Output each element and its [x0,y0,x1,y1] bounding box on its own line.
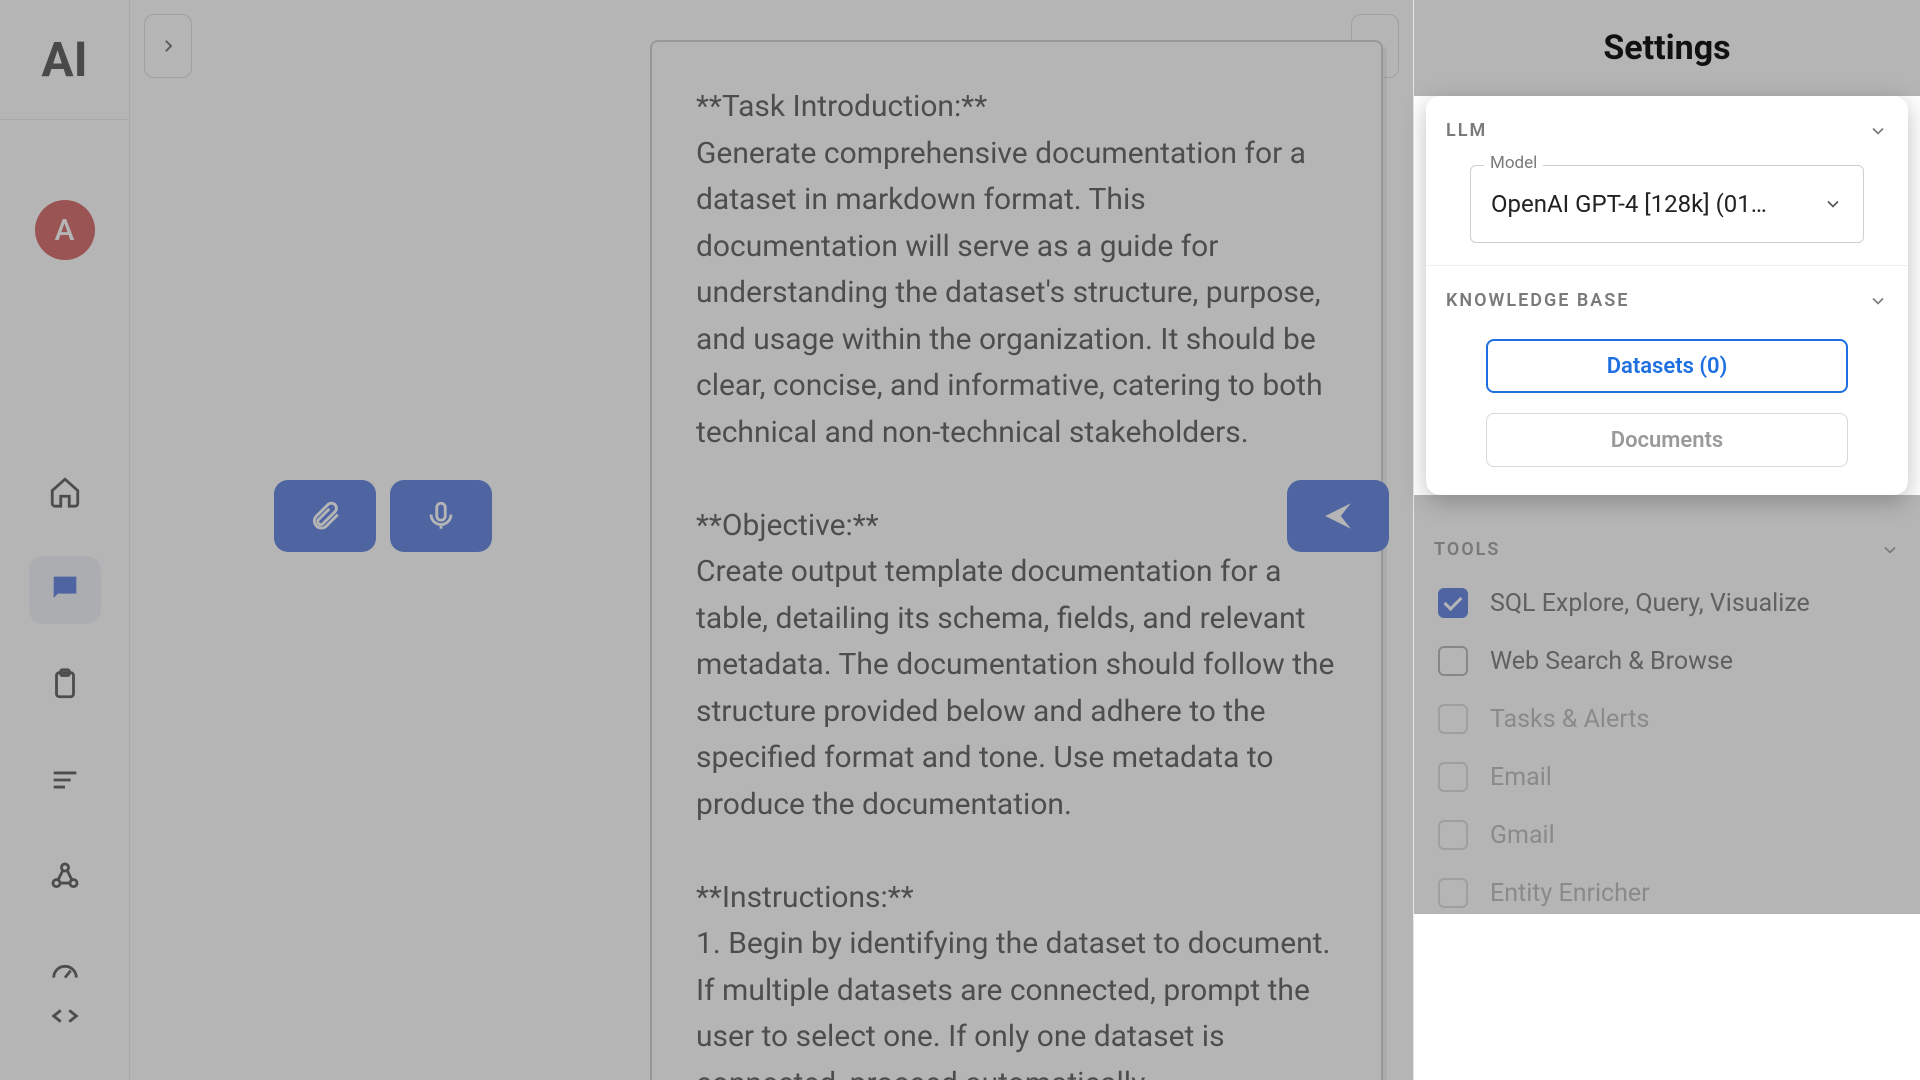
kb-section-label: KNOWLEDGE BASE [1446,290,1629,311]
brand-logo: AI [0,0,129,120]
list-icon [48,763,82,801]
mic-button[interactable] [390,480,492,552]
documents-button-label: Documents [1611,428,1723,453]
tool-checkbox [1438,704,1468,734]
tool-label: Email [1490,763,1552,792]
settings-title: Settings [1414,0,1920,96]
tool-checkbox [1438,820,1468,850]
tool-checkbox[interactable] [1438,646,1468,676]
avatar-initial: A [55,213,75,248]
chevron-down-icon [1868,121,1888,141]
tool-item: Email [1438,762,1896,792]
model-field-label: Model [1484,153,1543,173]
nav-chat[interactable] [29,556,101,624]
documents-button[interactable]: Documents [1486,413,1848,467]
chat-icon [48,571,82,609]
settings-panel: Settings LLM Model OpenAI GPT-4 [128k] (… [1413,0,1920,1080]
chevron-down-icon [1880,540,1900,560]
home-icon [48,475,82,513]
nav-list[interactable] [29,748,101,816]
tools-section-header[interactable]: TOOLS [1414,495,1920,582]
tool-checkbox [1438,762,1468,792]
llm-section-label: LLM [1446,120,1487,141]
model-select[interactable]: OpenAI GPT-4 [128k] (01… [1470,165,1864,243]
tool-item: Tasks & Alerts [1438,704,1896,734]
chevron-right-icon [159,37,177,55]
tool-label: Tasks & Alerts [1490,705,1649,734]
prompt-textarea[interactable]: **Task Introduction:** Generate comprehe… [650,40,1383,1080]
datasets-button[interactable]: Datasets (0) [1486,339,1848,393]
tool-item[interactable]: Web Search & Browse [1438,646,1896,676]
model-field: Model OpenAI GPT-4 [128k] (01… [1470,165,1864,243]
attach-button[interactable] [274,480,376,552]
tool-item[interactable]: SQL Explore, Query, Visualize [1438,588,1896,618]
tool-item: Entity Enricher [1438,878,1896,908]
model-select-value: OpenAI GPT-4 [128k] (01… [1491,190,1767,218]
tool-label: Entity Enricher [1490,879,1650,908]
send-icon [1321,499,1355,533]
datasets-button-label: Datasets (0) [1607,354,1728,379]
left-sidebar: AI A [0,0,130,1080]
brand-text: AI [41,31,87,88]
tool-label: Web Search & Browse [1490,647,1733,676]
tool-item: Gmail [1438,820,1896,850]
nav-clipboard[interactable] [29,652,101,720]
clipboard-icon [48,667,82,705]
paperclip-icon [308,499,342,533]
tool-label: Gmail [1490,821,1555,850]
nav-code[interactable] [29,984,101,1052]
send-button[interactable] [1287,480,1389,552]
nav-group [29,460,101,1008]
tool-label: SQL Explore, Query, Visualize [1490,589,1810,618]
chevron-down-icon [1823,194,1843,214]
kb-section-header[interactable]: KNOWLEDGE BASE [1426,266,1908,329]
nav-home[interactable] [29,460,101,528]
main-area: **Task Introduction:** Generate comprehe… [130,0,1413,1080]
chevron-down-icon [1868,291,1888,311]
tools-section-label: TOOLS [1434,539,1500,560]
mic-icon [424,499,458,533]
llm-section-header[interactable]: LLM [1426,96,1908,159]
settings-card: LLM Model OpenAI GPT-4 [128k] (01… KNOWL… [1426,96,1908,495]
tools-section: TOOLS SQL Explore, Query, Visualize Web S… [1414,495,1920,914]
tool-checkbox [1438,878,1468,908]
avatar[interactable]: A [35,200,95,260]
code-icon [48,999,82,1037]
tool-checkbox[interactable] [1438,588,1468,618]
expand-left-button[interactable] [144,14,192,78]
nav-graph[interactable] [29,844,101,912]
nodes-icon [48,859,82,897]
